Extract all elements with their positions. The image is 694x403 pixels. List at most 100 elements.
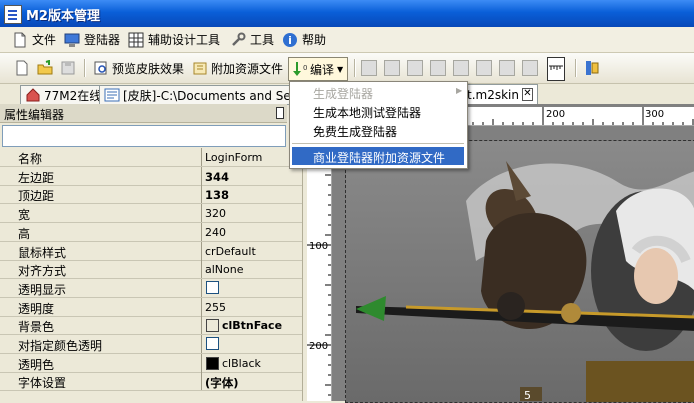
app-icon — [4, 5, 22, 24]
menu-tools[interactable]: 工具 — [230, 30, 274, 49]
column-divider — [201, 204, 202, 223]
property-row[interactable]: 左边距 344 — [0, 166, 302, 186]
menu-design-tools[interactable]: 辅助设计工具 — [128, 30, 220, 49]
toolbar: 预览皮肤效果 附加资源文件 01 编译 ▼ — [0, 53, 694, 84]
menu-item-free-launcher-label: 免费生成登陆器 — [313, 125, 398, 139]
property-row[interactable]: 背景色 clBtnFace — [0, 316, 302, 336]
attach-resource-label: 附加资源文件 — [211, 61, 284, 76]
wrench-icon — [230, 32, 246, 48]
column-divider — [201, 241, 202, 260]
column-divider — [201, 260, 202, 279]
property-value[interactable]: clBlack — [222, 357, 261, 370]
close-icon[interactable]: ✕ — [521, 88, 533, 101]
component-selector[interactable] — [2, 125, 286, 147]
property-name: 名称 — [18, 152, 43, 166]
new-button[interactable] — [14, 57, 30, 79]
property-row[interactable]: 对齐方式 alNone — [0, 260, 302, 280]
property-row[interactable]: 鼠标样式 crDefault — [0, 241, 302, 261]
column-divider — [201, 185, 202, 204]
compile-button[interactable]: 01 编译 ▼ — [288, 57, 349, 81]
document-icon — [12, 32, 28, 48]
color-swatch[interactable] — [206, 319, 219, 333]
same-height-button[interactable] — [522, 57, 538, 79]
pin-icon[interactable] — [276, 107, 284, 119]
property-row[interactable]: 字体设置 (字体) — [0, 372, 302, 392]
same-height-icon — [522, 60, 538, 76]
align-bottom-button[interactable] — [476, 57, 492, 79]
property-checkbox[interactable] — [206, 280, 219, 294]
property-name: 透明度 — [18, 301, 55, 316]
grid-toggle-button[interactable] — [547, 57, 565, 81]
property-name: 高 — [18, 226, 31, 241]
menu-item-commercial-attach-label: 商业登陆器附加资源文件 — [313, 151, 446, 165]
property-checkbox[interactable] — [206, 337, 219, 350]
property-value[interactable]: (字体) — [205, 375, 239, 391]
property-name: 透明色 — [18, 357, 55, 372]
property-value[interactable]: LoginForm — [205, 151, 262, 164]
property-row[interactable]: 透明显示 — [0, 278, 302, 298]
property-value[interactable]: 240 — [205, 226, 226, 239]
property-name: 鼠标样式 — [18, 245, 67, 260]
align-top-icon — [430, 60, 446, 76]
align-left-button[interactable] — [361, 57, 377, 79]
preview-skin-button[interactable]: 预览皮肤效果 — [93, 57, 184, 79]
tab-m2skin[interactable]: t.m2skin ✕ — [462, 84, 538, 104]
menu-help-label: 帮助 — [302, 33, 327, 47]
menu-tools-label: 工具 — [250, 33, 275, 47]
property-value[interactable]: 255 — [205, 301, 226, 314]
property-value[interactable]: alNone — [205, 263, 244, 276]
property-row[interactable]: 宽 320 — [0, 204, 302, 224]
login-form-canvas[interactable]: 5 — [345, 140, 694, 403]
same-width-button[interactable] — [499, 57, 515, 79]
menu-design-tools-label: 辅助设计工具 — [148, 33, 221, 47]
column-divider — [201, 316, 202, 335]
property-row[interactable]: 对指定颜色透明 — [0, 335, 302, 354]
menu-help[interactable]: i 帮助 — [282, 30, 326, 49]
menu-bar: 文件 登陆器 辅助设计工具 工具 i 帮助 — [0, 27, 694, 53]
save-button[interactable] — [60, 57, 76, 79]
align-right-button[interactable] — [407, 57, 423, 79]
monitor-icon — [64, 32, 80, 48]
warrior-artwork: 5 — [346, 141, 694, 402]
column-divider — [201, 335, 202, 353]
tab-m2skin-label: t.m2skin — [467, 87, 519, 102]
svg-text:i: i — [288, 34, 292, 47]
menu-item-free-launcher[interactable]: 免费生成登陆器 — [292, 121, 464, 139]
menu-file[interactable]: 文件 — [12, 30, 56, 49]
property-row[interactable]: 高 240 — [0, 222, 302, 242]
grid-icon — [128, 32, 144, 48]
same-width-icon — [499, 60, 515, 76]
tab-skin-path[interactable]: [皮肤]-C:\Documents and Settings — [99, 85, 299, 104]
compile-icon: 01 — [291, 61, 312, 77]
property-row[interactable]: 透明度 255 — [0, 297, 302, 317]
tab-77m2[interactable]: 77M2在线 — [20, 85, 100, 104]
menu-item-commercial-attach[interactable]: 商业登陆器附加资源文件 — [292, 147, 464, 165]
align-center-button[interactable] — [384, 57, 400, 79]
layout-button[interactable] — [584, 57, 600, 79]
menu-launcher[interactable]: 登陆器 — [64, 30, 120, 49]
property-grid: 名称 LoginForm 左边距 344 顶边距 138 宽 320 高 240 鼠标样式 crDef… — [0, 148, 302, 401]
tab-skin-path-label: [皮肤]-C:\Documents and Settings — [123, 88, 299, 103]
property-value[interactable]: 344 — [205, 170, 229, 184]
align-left-icon — [361, 60, 377, 76]
property-value[interactable]: 138 — [205, 188, 229, 202]
layout-icon — [584, 60, 600, 76]
property-row[interactable]: 透明色 clBlack — [0, 353, 302, 373]
menu-item-local-test-launcher[interactable]: 生成本地测试登陆器 — [292, 102, 464, 120]
property-value[interactable]: 320 — [205, 207, 226, 220]
property-name: 对指定颜色透明 — [18, 339, 103, 353]
property-value[interactable]: crDefault — [205, 245, 256, 258]
menu-item-generate-launcher[interactable]: 生成登陆器 ▶ — [292, 83, 464, 101]
property-value[interactable]: clBtnFace — [222, 319, 282, 332]
color-swatch[interactable] — [206, 356, 219, 370]
align-middle-button[interactable] — [453, 57, 469, 79]
align-right-icon — [407, 60, 423, 76]
property-row[interactable]: 名称 LoginForm — [0, 148, 302, 167]
compile-dropdown-menu: 生成登陆器 ▶ 生成本地测试登陆器 免费生成登陆器 商业登陆器附加资源文件 — [289, 81, 468, 169]
menu-separator — [292, 143, 464, 144]
svg-text:01: 01 — [303, 64, 307, 72]
attach-resource-button[interactable]: 附加资源文件 — [192, 57, 283, 79]
align-top-button[interactable] — [430, 57, 446, 79]
open-button[interactable] — [37, 57, 53, 79]
property-row[interactable]: 顶边距 138 — [0, 185, 302, 205]
